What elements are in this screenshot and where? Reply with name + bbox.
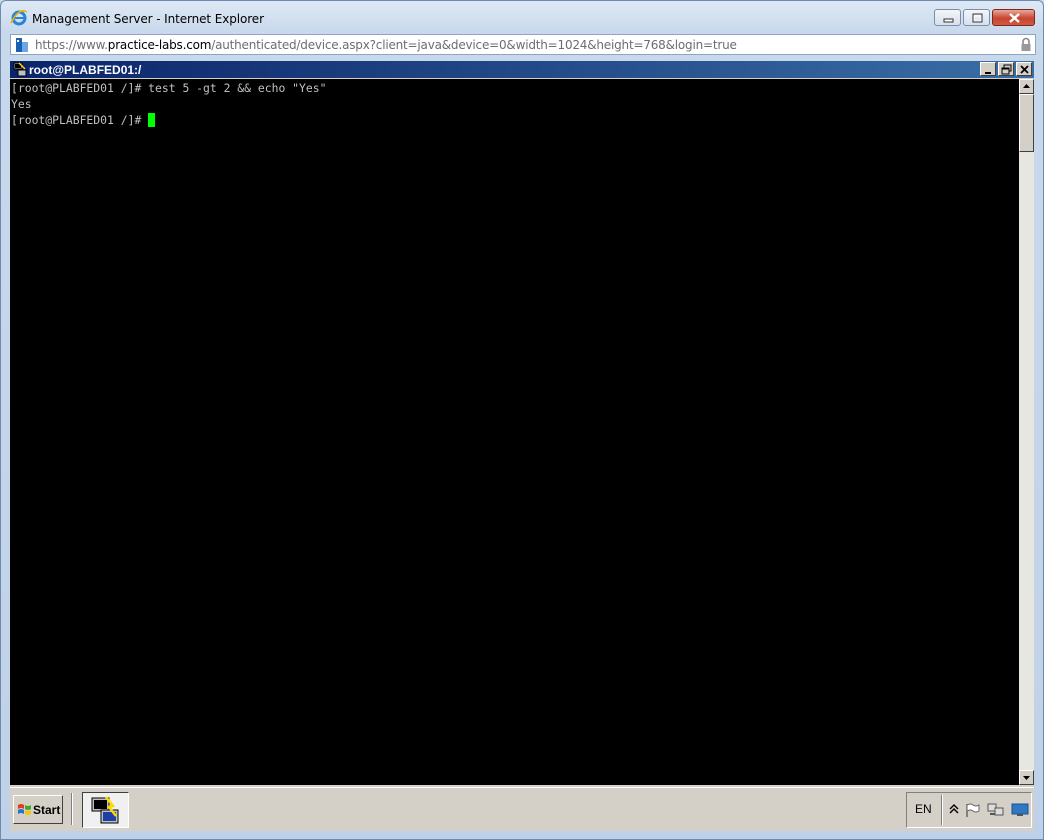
url-host: practice-labs.com xyxy=(107,38,212,52)
arrow-up-icon xyxy=(1023,84,1030,88)
language-indicator[interactable]: EN xyxy=(915,802,932,816)
putty-close-button[interactable] xyxy=(1016,62,1032,76)
arrow-down-icon xyxy=(1023,776,1030,780)
terminal-line: Yes xyxy=(11,97,32,111)
putty-icon xyxy=(13,62,27,77)
browser-title: Management Server - Internet Explorer xyxy=(32,12,264,26)
tray-separator xyxy=(941,795,943,825)
remote-desktop: root@PLABFED01:/ [root@PLABFED01 /]# tes… xyxy=(10,61,1034,831)
start-button[interactable]: Start xyxy=(13,795,63,824)
putty-titlebar[interactable]: root@PLABFED01:/ xyxy=(10,61,1034,78)
scroll-down-button[interactable] xyxy=(1019,770,1034,785)
close-icon xyxy=(1020,65,1029,74)
windows-logo-icon xyxy=(18,804,31,815)
lock-icon[interactable] xyxy=(1020,37,1032,52)
browser-window: Management Server - Internet Explorer ht… xyxy=(0,0,1044,840)
browser-titlebar[interactable]: Management Server - Internet Explorer xyxy=(1,1,1043,31)
putty-minimize-button[interactable] xyxy=(980,62,996,76)
putty-restore-button[interactable] xyxy=(998,62,1014,76)
internet-explorer-icon xyxy=(10,10,28,26)
system-tray: EN xyxy=(906,792,1032,828)
minimize-icon xyxy=(943,18,954,23)
scrollbar-thumb[interactable] xyxy=(1019,94,1034,152)
terminal-prompt: [root@PLABFED01 /]# xyxy=(11,113,149,127)
terminal-line: [root@PLABFED01 /]# test 5 -gt 2 && echo… xyxy=(11,81,327,95)
terminal-scrollbar[interactable] xyxy=(1019,79,1034,785)
show-desktop-icon[interactable] xyxy=(1011,802,1029,818)
restore-icon xyxy=(972,13,983,23)
putty-window: root@PLABFED01:/ [root@PLABFED01 /]# tes… xyxy=(10,61,1034,785)
chevron-up-icon[interactable] xyxy=(948,802,960,816)
taskbar: Start EN xyxy=(10,787,1034,830)
url-text[interactable]: https://www.practice-labs.com/authentica… xyxy=(35,38,737,52)
address-bar[interactable]: https://www.practice-labs.com/authentica… xyxy=(10,34,1036,55)
terminal-cursor xyxy=(148,113,156,127)
network-icon[interactable] xyxy=(987,802,1005,818)
minimize-button[interactable] xyxy=(934,9,961,26)
taskbar-putty-button[interactable] xyxy=(82,792,129,828)
putty-icon xyxy=(91,796,119,824)
putty-title: root@PLABFED01:/ xyxy=(29,63,142,77)
scroll-up-button[interactable] xyxy=(1019,79,1034,94)
close-button[interactable] xyxy=(992,9,1035,26)
page-icon xyxy=(16,38,28,52)
url-scheme: https://www. xyxy=(35,38,108,52)
close-icon xyxy=(1009,13,1020,23)
minimize-icon xyxy=(985,72,991,74)
taskbar-separator xyxy=(71,793,73,825)
action-center-flag-icon[interactable] xyxy=(964,802,980,818)
terminal-output[interactable]: [root@PLABFED01 /]# test 5 -gt 2 && echo… xyxy=(10,79,1019,785)
restore-button[interactable] xyxy=(963,9,990,26)
terminal-line: [root@PLABFED01 /]# xyxy=(11,112,156,128)
restore-icon xyxy=(1001,64,1012,75)
url-path: /authenticated/device.aspx?client=java&d… xyxy=(211,38,737,52)
start-label: Start xyxy=(33,803,61,817)
